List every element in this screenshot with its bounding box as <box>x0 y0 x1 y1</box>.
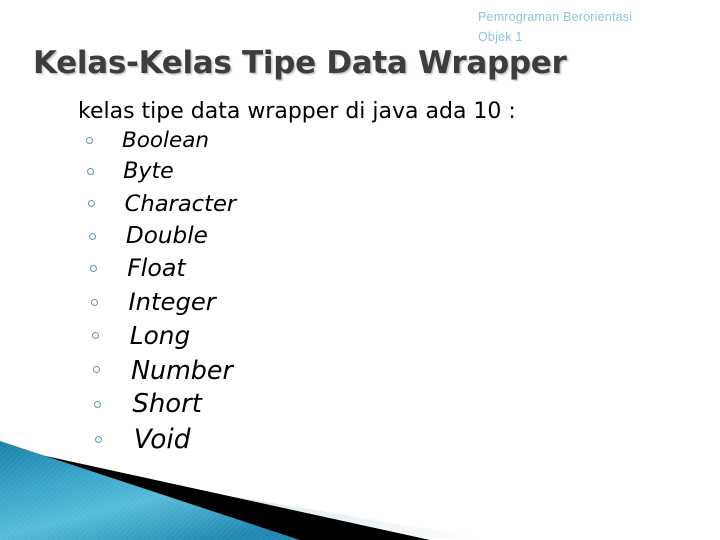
slide-header: Pemrograman Berorientasi Objek 1 <box>420 7 680 47</box>
hollow-circle-bullet-icon <box>86 137 93 145</box>
list-item: Byte <box>78 156 678 188</box>
list-item-label: Long <box>129 320 191 350</box>
hollow-circle-bullet-icon <box>94 401 101 409</box>
list-item-label: Byte <box>123 159 174 185</box>
list-item: Long <box>78 319 678 353</box>
hollow-circle-bullet-icon <box>89 232 96 240</box>
hollow-circle-bullet-icon <box>87 168 94 176</box>
header-line-course: Pemrograman Berorientasi <box>478 10 633 24</box>
list-item-label: Integer <box>128 287 216 317</box>
wrapper-class-list: Boolean Byte Character Double Float Integer Lo… <box>78 125 678 457</box>
hollow-circle-bullet-icon <box>91 298 98 306</box>
hollow-circle-bullet-icon <box>95 436 102 444</box>
list-item-label: Number <box>131 354 233 385</box>
list-item-label: Character <box>124 190 237 217</box>
list-item-label: Double <box>125 222 208 249</box>
list-item: Void <box>78 422 678 457</box>
list-item-label: Boolean <box>122 128 210 153</box>
pale-wedge-shape <box>0 458 484 538</box>
hollow-circle-bullet-icon <box>88 200 95 208</box>
list-item: Boolean <box>78 125 678 156</box>
hollow-circle-bullet-icon <box>90 265 97 273</box>
list-item-label: Short <box>132 389 202 420</box>
slide-body: kelas tipe data wrapper di java ada 10 :… <box>78 98 678 457</box>
list-item-label: Void <box>133 423 191 455</box>
header-line-subject: Objek 1 <box>478 30 523 44</box>
list-item: Number <box>78 353 678 387</box>
list-item-label: Float <box>127 254 186 283</box>
list-item: Integer <box>78 285 678 318</box>
list-item: Character <box>78 188 678 220</box>
slide-canvas: Pemrograman Berorientasi Objek 1 Kelas-K… <box>0 0 720 540</box>
hollow-circle-bullet-icon <box>92 332 99 340</box>
page-title: Kelas-Kelas Tipe Data Wrapper <box>33 45 567 81</box>
black-band-shape <box>0 446 430 540</box>
list-item: Double <box>78 220 678 253</box>
hollow-circle-bullet-icon <box>93 366 100 374</box>
list-item: Short <box>78 387 678 422</box>
list-item: Float <box>78 252 678 285</box>
intro-text: kelas tipe data wrapper di java ada 10 : <box>78 99 516 124</box>
